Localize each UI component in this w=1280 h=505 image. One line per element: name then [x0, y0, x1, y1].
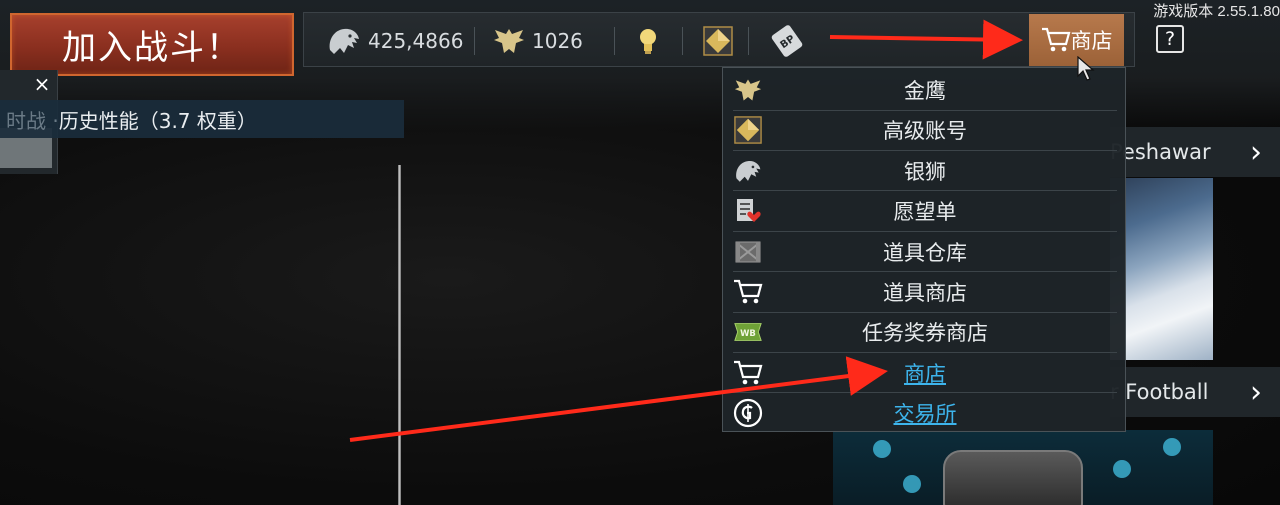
briefcase-image	[943, 450, 1083, 505]
dropdown-item[interactable]: 商店	[723, 353, 1127, 393]
history-text: 历史性能（3.7 权重）	[58, 108, 257, 133]
dropdown-item-label: 任务奖券商店	[862, 321, 988, 346]
marketplace-icon	[733, 398, 763, 428]
history-performance-label: 时战 · 历史性能（3.7 权重）	[0, 100, 404, 138]
eagle-icon	[733, 75, 763, 105]
history-clip-text: 时战 ·	[6, 108, 59, 133]
dropdown-item-label: 金鹰	[904, 79, 946, 103]
battle-pass-button[interactable]: BP	[770, 13, 804, 68]
premium-button[interactable]	[703, 13, 733, 68]
coin-decoration	[1113, 460, 1131, 478]
dropdown-item[interactable]: WB 任务奖券商店	[723, 312, 1127, 352]
golden-eagles-counter[interactable]: 1026	[492, 13, 583, 68]
coin-decoration	[903, 475, 921, 493]
premium-diamond-icon	[733, 115, 763, 145]
mouse-cursor-icon	[1077, 56, 1095, 81]
dropdown-item-label: 高级账号	[883, 119, 967, 144]
coin-decoration	[873, 440, 891, 458]
join-battle-button[interactable]: 加入战斗！	[10, 13, 294, 76]
dropdown-item[interactable]: 高级账号	[723, 110, 1127, 150]
tips-button[interactable]	[637, 13, 659, 68]
close-icon[interactable]: ×	[30, 72, 54, 96]
dropdown-item[interactable]: 金鹰	[723, 70, 1127, 110]
news-item-1[interactable]: Peshawar ›	[1110, 127, 1280, 177]
wishlist-icon	[733, 196, 763, 226]
chevron-right-icon[interactable]: ›	[1250, 375, 1262, 410]
topbar-divider	[474, 27, 475, 55]
dropdown-item-label: 银狮	[904, 159, 946, 184]
dropdown-item[interactable]: 交易所	[723, 393, 1127, 433]
resource-bar: 425,4866 1026 BP	[303, 12, 1135, 67]
lightbulb-icon	[640, 28, 656, 54]
game-version: 游戏版本 2.55.1.80	[1153, 3, 1280, 20]
silver-lions-value: 425,4866	[368, 28, 464, 53]
battle-pass-icon: BP	[771, 24, 803, 57]
svg-text:WB: WB	[740, 328, 756, 338]
help-button[interactable]: ?	[1156, 25, 1184, 53]
dropdown-item[interactable]: 道具商店	[723, 272, 1127, 312]
dropdown-item-label: 道具商店	[883, 281, 967, 305]
lion-icon	[733, 156, 763, 186]
shop-button-label: 商店	[1070, 29, 1113, 53]
dropdown-item-label: 商店	[904, 361, 946, 386]
coin-decoration	[1163, 438, 1181, 456]
topbar-divider	[682, 27, 683, 55]
dropdown-item-label: 交易所	[893, 402, 957, 427]
help-icon: ?	[1164, 28, 1176, 50]
chevron-right-icon[interactable]: ›	[1250, 135, 1262, 170]
topbar-divider	[614, 27, 615, 55]
shop-dropdown-menu: 金鹰高级账号银狮愿望单道具仓库道具商店 WB 任务奖券商店 商店交易所	[722, 67, 1126, 432]
crate-icon	[733, 237, 763, 267]
premium-diamond-icon	[703, 25, 733, 56]
warbond-icon: WB	[733, 317, 763, 347]
cart-icon	[1041, 27, 1070, 52]
topbar-divider	[748, 27, 749, 55]
cart-icon	[733, 358, 763, 388]
dropdown-item-label: 道具仓库	[883, 240, 967, 265]
golden-eagles-value: 1026	[532, 28, 583, 53]
dropdown-item[interactable]: 愿望单	[723, 191, 1127, 231]
lion-icon	[329, 28, 359, 54]
news-image-2[interactable]	[833, 430, 1213, 505]
dropdown-item-label: 愿望单	[893, 200, 957, 225]
background-pole	[398, 165, 401, 505]
eagle-icon	[494, 28, 524, 53]
news-item-2[interactable]: r Football ›	[1110, 367, 1280, 417]
silver-lions-counter[interactable]: 425,4866	[326, 13, 463, 68]
cart-icon	[733, 277, 763, 307]
dropdown-item[interactable]: 道具仓库	[723, 232, 1127, 272]
dropdown-item[interactable]: 银狮	[723, 151, 1127, 191]
